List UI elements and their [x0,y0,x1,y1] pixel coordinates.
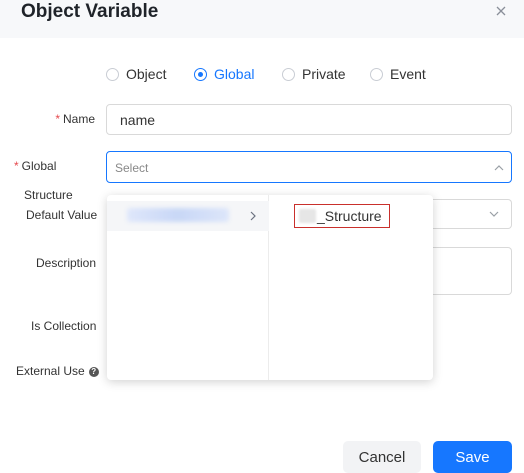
global-label: * Global [14,159,56,173]
cancel-button[interactable]: Cancel [343,441,421,473]
cascader-option-structure[interactable]: _Structure [294,204,390,228]
radio-label: Private [302,66,346,82]
name-input[interactable]: name [106,104,512,135]
global-label-text: Global [21,159,57,173]
radio-label: Object [126,66,167,82]
name-input-value: name [120,112,156,128]
required-mark: * [55,112,60,126]
radio-circle [370,67,383,81]
help-icon[interactable]: ? [88,367,99,377]
description-label: Description [36,256,97,270]
radio-circle [106,67,119,81]
radio-object[interactable]: Object [106,65,166,83]
default-value-label: Default Value [26,208,98,222]
dialog-title: Object Variable [21,1,159,22]
external-use-label-text: External Use [16,364,85,378]
cascader-option-level1[interactable] [107,201,269,231]
radio-global[interactable]: Global [194,65,254,83]
redacted-option-text [127,208,229,222]
radio-private[interactable]: Private [282,65,346,83]
structure-label: Structure [24,188,73,202]
radio-label: Event [390,66,426,82]
save-button[interactable]: Save [433,441,512,473]
chevron-right-icon [250,211,256,221]
name-label-text: Name [62,112,95,126]
chevron-up-icon [494,165,504,171]
cascader-column-1 [107,195,269,380]
cascader-dropdown: _Structure [107,195,433,380]
external-use-label: External Use? [16,364,99,378]
close-icon[interactable] [494,4,508,18]
is-collection-label: Is Collection [31,319,97,333]
required-mark: * [14,159,19,173]
select-placeholder: Select [115,161,149,175]
global-structure-select[interactable]: Select [106,151,512,183]
description-textarea[interactable] [432,247,512,295]
default-value-select[interactable] [432,199,512,229]
dialog-header: Object Variable [0,0,524,38]
redacted-prefix [299,209,316,223]
chevron-down-icon [489,211,499,217]
cascader-column-2: _Structure [270,195,433,380]
cascader-option-label: _Structure [317,208,382,224]
radio-event[interactable]: Event [370,65,426,83]
radio-label: Global [214,66,255,82]
radio-circle [194,67,207,81]
radio-circle [282,67,295,81]
name-label: * Name [40,112,95,126]
